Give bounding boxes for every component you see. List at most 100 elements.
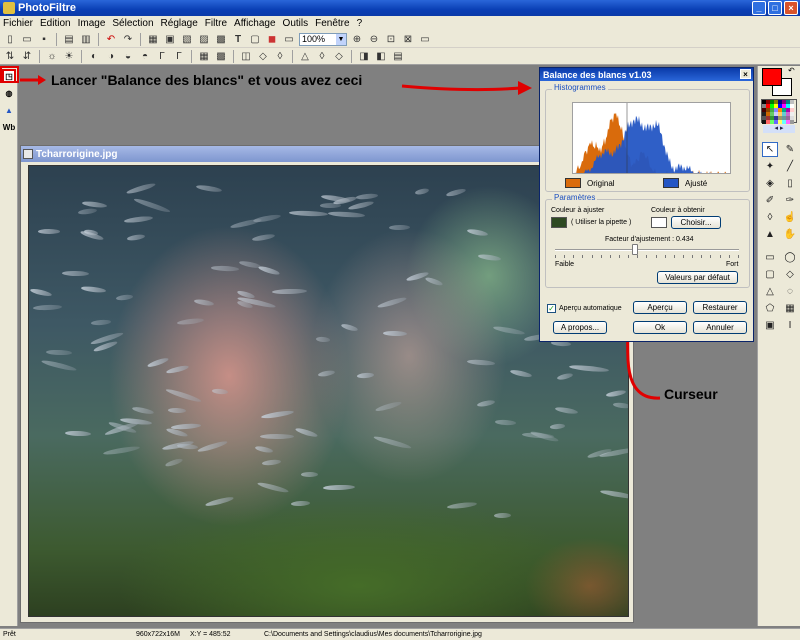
swap-colors-icon[interactable]: ↶ bbox=[788, 66, 795, 75]
close-button[interactable]: × bbox=[784, 1, 798, 15]
white-balance-label[interactable]: Wb bbox=[2, 120, 16, 134]
brush-tool-icon[interactable]: ✐ bbox=[762, 193, 778, 208]
choose-color-button[interactable]: Choisir... bbox=[671, 216, 721, 229]
sepia-icon[interactable]: ▩ bbox=[214, 50, 228, 63]
adjustment-slider-track[interactable] bbox=[555, 249, 739, 251]
undo-icon[interactable]: ↶ bbox=[104, 33, 118, 46]
stamp-tool-icon[interactable]: ▲ bbox=[762, 227, 778, 242]
triangle-icon[interactable]: △ bbox=[298, 50, 312, 63]
triangle-tool-icon[interactable]: △ bbox=[762, 284, 778, 299]
brightness-down-icon[interactable]: ☀ bbox=[62, 50, 76, 63]
flip-vertical-icon[interactable]: ◧ bbox=[374, 50, 388, 63]
brightness-up-icon[interactable]: ☼ bbox=[45, 50, 59, 63]
copy-icon[interactable]: ▦ bbox=[146, 33, 160, 46]
camera-icon[interactable]: ◍ bbox=[2, 86, 16, 100]
menu-image[interactable]: Image bbox=[78, 18, 106, 29]
lasso-tool-icon[interactable]: ◌ bbox=[782, 284, 798, 299]
save-icon[interactable]: ▪ bbox=[37, 33, 51, 46]
contrast-down-icon[interactable]: ◑ bbox=[104, 50, 118, 63]
water-icon[interactable]: ◇ bbox=[332, 50, 346, 63]
ok-button[interactable]: Ok bbox=[633, 321, 687, 334]
gamma-up-icon[interactable]: Γ bbox=[155, 50, 169, 63]
saturation-down-icon[interactable]: ◓ bbox=[138, 50, 152, 63]
default-values-button[interactable]: Valeurs par défaut bbox=[657, 271, 738, 284]
text-icon[interactable]: T bbox=[231, 33, 245, 46]
selection-mode-icon[interactable]: ▦ bbox=[782, 301, 798, 316]
crop-icon[interactable]: ▧ bbox=[180, 33, 194, 46]
auto-contrast-icon[interactable]: ⇵ bbox=[20, 50, 34, 63]
diamond-tool-icon[interactable]: ◇ bbox=[782, 267, 798, 282]
menu-fichier[interactable]: Fichier bbox=[3, 18, 33, 29]
monitor-icon[interactable]: ▭ bbox=[418, 33, 432, 46]
menu-filtre[interactable]: Filtre bbox=[205, 18, 227, 29]
dialog-close-icon[interactable]: × bbox=[740, 69, 751, 79]
polygon-tool-icon[interactable]: ⬠ bbox=[762, 301, 778, 316]
color-to-adjust-swatch[interactable] bbox=[551, 217, 567, 228]
histogram-icon[interactable]: ▲ bbox=[2, 103, 16, 117]
blur-icon[interactable]: ◫ bbox=[239, 50, 253, 63]
color-grid[interactable] bbox=[761, 99, 797, 124]
pointer-tool-icon[interactable]: ↖ bbox=[762, 142, 778, 157]
menu-reglage[interactable]: Réglage bbox=[161, 18, 198, 29]
paste-icon[interactable]: ▣ bbox=[163, 33, 177, 46]
rectangle-tool-icon[interactable]: ▭ bbox=[762, 250, 778, 265]
maximize-button[interactable]: □ bbox=[768, 1, 782, 15]
fill-tool-icon[interactable]: ◈ bbox=[762, 176, 778, 191]
flip-horizontal-icon[interactable]: ◨ bbox=[357, 50, 371, 63]
sharpen-icon[interactable]: ◇ bbox=[256, 50, 270, 63]
zoom-out-icon[interactable]: ⊖ bbox=[367, 33, 381, 46]
fit-icon[interactable]: ⊡ bbox=[384, 33, 398, 46]
palette-nav[interactable]: ◂ ▸ bbox=[763, 125, 795, 133]
rounded-rect-tool-icon[interactable]: ▢ bbox=[762, 267, 778, 282]
auto-preview-checkbox[interactable]: ✓ bbox=[547, 304, 556, 313]
drop-icon[interactable]: ◊ bbox=[273, 50, 287, 63]
text-select-icon[interactable]: Ι bbox=[782, 318, 798, 333]
cancel-button[interactable]: Annuler bbox=[693, 321, 747, 334]
emboss-icon[interactable]: ◊ bbox=[315, 50, 329, 63]
spray-tool-icon[interactable]: ▯ bbox=[782, 176, 798, 191]
open-file-icon[interactable]: ▭ bbox=[20, 33, 34, 46]
foreground-color[interactable] bbox=[762, 68, 782, 86]
preview-button[interactable]: Aperçu bbox=[633, 301, 687, 314]
magic-wand-tool-icon[interactable]: ✦ bbox=[762, 159, 778, 174]
restore-button[interactable]: Restaurer bbox=[693, 301, 747, 314]
saturation-up-icon[interactable]: ◒ bbox=[121, 50, 135, 63]
menu-edition[interactable]: Edition bbox=[40, 18, 71, 29]
select-all-icon[interactable]: ▣ bbox=[762, 318, 778, 333]
blur-tool-icon[interactable]: ◊ bbox=[762, 210, 778, 225]
about-button[interactable]: A propos... bbox=[553, 321, 607, 334]
target-color-swatch[interactable] bbox=[651, 217, 667, 228]
eyedropper-tool-icon[interactable]: ✎ bbox=[782, 142, 798, 157]
ellipse-tool-icon[interactable]: ◯ bbox=[782, 250, 798, 265]
line-tool-icon[interactable]: ╱ bbox=[782, 159, 798, 174]
grayscale-icon[interactable]: ▦ bbox=[197, 50, 211, 63]
zoom-in-icon[interactable]: ⊕ bbox=[350, 33, 364, 46]
auto-levels-icon[interactable]: ⇅ bbox=[3, 50, 17, 63]
hand-tool-icon[interactable]: ✋ bbox=[782, 227, 798, 242]
dialog-titlebar[interactable]: Balance des blancs v1.03 × bbox=[540, 68, 753, 81]
colors-icon[interactable]: ◼ bbox=[265, 33, 279, 46]
redo-icon[interactable]: ↷ bbox=[121, 33, 135, 46]
new-file-icon[interactable]: ▯ bbox=[3, 33, 17, 46]
menu-help[interactable]: ? bbox=[357, 18, 363, 29]
scan-icon[interactable]: ▥ bbox=[79, 33, 93, 46]
minimize-button[interactable]: _ bbox=[752, 1, 766, 15]
rotate-icon[interactable]: ▤ bbox=[391, 50, 405, 63]
contrast-up-icon[interactable]: ◐ bbox=[87, 50, 101, 63]
advanced-brush-tool-icon[interactable]: ✑ bbox=[782, 193, 798, 208]
fish bbox=[196, 439, 228, 454]
menu-outils[interactable]: Outils bbox=[283, 18, 309, 29]
picture-icon[interactable]: ▭ bbox=[282, 33, 296, 46]
smudge-tool-icon[interactable]: ☝ bbox=[782, 210, 798, 225]
menu-affichage[interactable]: Affichage bbox=[234, 18, 276, 29]
gamma-down-icon[interactable]: Γ bbox=[172, 50, 186, 63]
menu-selection[interactable]: Sélection bbox=[112, 18, 153, 29]
resize-icon[interactable]: ▨ bbox=[197, 33, 211, 46]
frame-icon[interactable]: ▢ bbox=[248, 33, 262, 46]
menu-fenetre[interactable]: Fenêtre bbox=[315, 18, 349, 29]
adjustment-slider-thumb[interactable] bbox=[631, 244, 638, 255]
print-icon[interactable]: ▤ bbox=[62, 33, 76, 46]
full-screen-icon[interactable]: ⊠ bbox=[401, 33, 415, 46]
zoom-select[interactable]: 100% ▼ bbox=[299, 32, 347, 46]
canvas-icon[interactable]: ▩ bbox=[214, 33, 228, 46]
